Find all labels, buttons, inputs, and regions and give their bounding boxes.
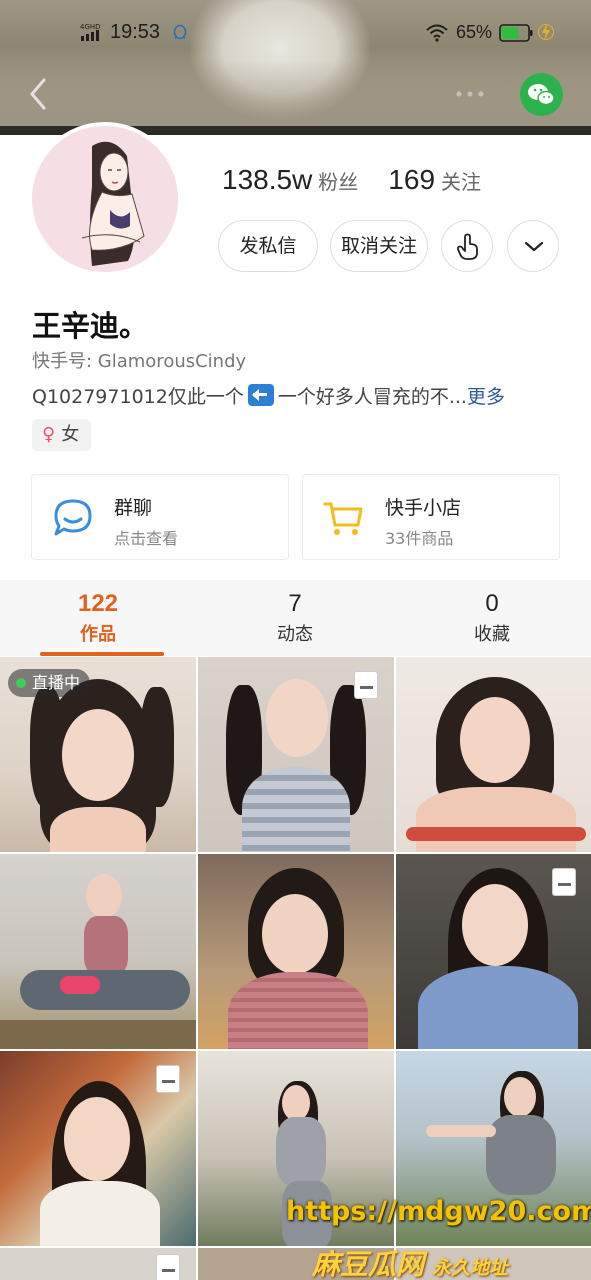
watermark-url: https://mdgw20.com	[286, 1196, 591, 1227]
watermark-site: 麻豆瓜网 永久地址	[312, 1243, 508, 1280]
fans-count[interactable]: 138.5w	[222, 164, 312, 195]
kwai-id[interactable]: 快手号: GlamorousCindy	[32, 347, 246, 373]
work-thumbnail[interactable]	[198, 854, 394, 1049]
tab-moments[interactable]: 7 动态	[215, 590, 375, 646]
qq-notification-icon	[173, 24, 187, 40]
live-badge: 直播中	[8, 669, 91, 697]
shop-card[interactable]: 快手小店 33件商品	[302, 474, 560, 560]
battery-percent: 65%	[456, 22, 493, 42]
left-arrow-emoji-icon	[247, 384, 274, 406]
back-arrow-icon[interactable]	[24, 76, 54, 112]
status-bar: 4GHD 19:53 65%	[0, 0, 591, 66]
tab-favorites-label: 收藏	[474, 624, 510, 645]
following-label[interactable]: 关注	[441, 172, 481, 194]
group-chat-card[interactable]: 群聊 点击查看	[31, 474, 289, 560]
more-actions-button[interactable]	[507, 220, 559, 272]
bio-more-link[interactable]: 更多	[467, 386, 505, 408]
watermark-site-name: 麻豆瓜网	[312, 1248, 425, 1280]
battery-icon	[499, 24, 533, 42]
chat-bubble-icon	[54, 499, 92, 536]
photo-album-icon	[156, 1065, 180, 1093]
gender-tag: ♀ 女	[32, 419, 92, 451]
unfollow-button[interactable]: 取消关注	[330, 220, 428, 272]
tab-moments-label: 动态	[277, 624, 313, 645]
photo-album-icon	[156, 1254, 180, 1280]
tab-favorites[interactable]: 0 收藏	[412, 590, 572, 646]
fans-label[interactable]: 粉丝	[318, 172, 358, 194]
poke-button[interactable]	[441, 220, 493, 272]
charging-icon	[538, 24, 554, 40]
work-thumbnail[interactable]	[396, 854, 591, 1049]
live-dot-icon	[16, 678, 26, 688]
tab-works[interactable]: 122 作品	[18, 590, 178, 646]
work-thumbnail[interactable]	[0, 854, 196, 1049]
avatar[interactable]	[28, 122, 182, 276]
tab-moments-count: 7	[288, 590, 302, 617]
svg-text:4GHD: 4GHD	[80, 23, 101, 31]
tab-works-label: 作品	[80, 624, 116, 645]
signal-icon: 4GHD	[80, 23, 101, 41]
work-thumbnail[interactable]	[0, 1248, 196, 1280]
shop-title: 快手小店	[385, 497, 462, 519]
work-thumbnail[interactable]	[396, 657, 591, 852]
female-symbol-icon: ♀	[42, 424, 56, 445]
photo-album-icon	[552, 868, 576, 896]
group-chat-subtitle: 点击查看	[114, 529, 179, 548]
profile-name: 王辛迪。	[32, 309, 149, 343]
wechat-share-button[interactable]	[520, 73, 563, 116]
gender-label: 女	[61, 424, 80, 445]
group-chat-title: 群聊	[114, 497, 153, 519]
shop-subtitle: 33件商品	[385, 529, 454, 548]
work-thumbnail[interactable]	[0, 1051, 196, 1246]
work-thumbnail[interactable]	[198, 657, 394, 852]
work-thumbnail[interactable]: 直播中	[0, 657, 196, 852]
send-message-button[interactable]: 发私信	[218, 220, 318, 272]
more-dots-icon[interactable]	[455, 90, 485, 98]
tab-favorites-count: 0	[485, 590, 499, 617]
works-grid: 直播中	[0, 657, 591, 1280]
bio-text-start: Q1027971012仅此一个	[32, 386, 244, 408]
profile-stats: 138.5w 粉丝 169 关注	[222, 164, 481, 204]
watermark-tagline: 永久地址	[432, 1257, 509, 1279]
clock: 19:53	[110, 21, 161, 43]
following-count[interactable]: 169	[388, 164, 435, 195]
tab-works-count: 122	[77, 590, 119, 617]
wechat-icon	[528, 84, 555, 106]
profile-bio[interactable]: Q1027971012仅此一个 一个好多人冒充的不...更多	[32, 382, 505, 409]
shopping-cart-icon	[323, 502, 363, 535]
live-badge-label: 直播中	[32, 673, 81, 692]
chevron-down-icon	[524, 241, 544, 252]
content-tabs: 122 作品 7 动态 0 收藏	[0, 580, 591, 656]
photo-album-icon	[354, 671, 378, 699]
active-tab-indicator	[40, 652, 164, 656]
wifi-icon	[426, 24, 448, 42]
avatar-illustration	[32, 126, 178, 272]
bio-text-end: 一个好多人冒充的不...	[277, 386, 467, 408]
hand-tap-icon	[457, 233, 478, 260]
